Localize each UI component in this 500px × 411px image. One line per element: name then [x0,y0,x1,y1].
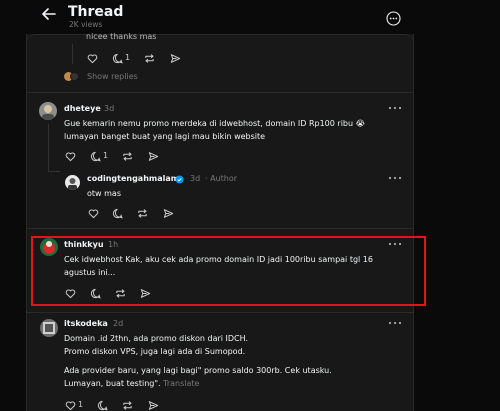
share-icon[interactable] [170,53,181,64]
more-dots-icon[interactable] [388,106,402,110]
username[interactable]: itskodeka [64,319,108,328]
timestamp: 2d [113,319,124,328]
username[interactable]: dheteye [64,104,101,113]
thread-connector [48,171,60,172]
share-icon[interactable] [148,151,159,162]
partial-reply-text: nicee thanks mas [86,32,157,41]
share-icon[interactable] [163,208,174,219]
more-dots-icon[interactable] [388,321,402,325]
avatar [70,72,79,81]
author-tag: · Author [205,174,238,183]
reply-count: 1 [125,53,131,62]
timestamp: 3d [104,104,115,113]
timestamp: 3d [190,174,201,183]
like-count: 1 [78,400,84,409]
thread-line [48,124,49,172]
show-replies-link[interactable]: Show replies [87,70,138,83]
comment-icon[interactable] [90,151,101,162]
share-icon[interactable] [148,400,159,411]
heart-icon[interactable] [65,151,76,162]
post-text-line: Promo diskon VPS, juga lagi ada di Sumop… [64,347,246,356]
panel-top-border [26,34,414,44]
divider [27,312,413,313]
thread-line [72,44,73,64]
heart-icon[interactable] [65,400,76,411]
heart-icon[interactable] [87,53,98,64]
post-text-line: Gue kemarin nemu promo merdeka di idwebh… [64,119,365,128]
post-text-segment: Lumayan, buat testing". [64,379,161,388]
heart-icon[interactable] [88,208,99,219]
back-arrow-icon[interactable] [40,5,58,23]
post-text-line: Ada provider baru, yang lagi bagi" promo… [64,366,332,375]
verified-icon [175,175,184,184]
avatar[interactable] [40,319,58,337]
reply-text: otw mas [87,189,121,198]
repost-icon[interactable] [122,151,133,162]
comment-icon[interactable] [112,53,123,64]
page-title: Thread [68,4,124,20]
scrollbar[interactable] [494,0,500,411]
view-count: 2K views [69,20,103,29]
post-text-line: Domain .id 2thn, ada promo diskon dari I… [64,334,249,343]
more-circle-icon[interactable] [386,11,401,26]
top-bar: Thread 2K views [0,0,500,34]
divider [27,92,413,93]
repost-icon[interactable] [144,53,155,64]
comment-icon[interactable] [112,208,123,219]
comment-icon[interactable] [97,400,108,411]
repost-icon[interactable] [122,400,133,411]
translate-link[interactable]: Translate [163,379,199,388]
avatar[interactable] [39,102,57,120]
more-dots-icon[interactable] [388,176,402,180]
highlight-box [31,236,426,306]
repost-icon[interactable] [137,208,148,219]
reply-count: 1 [103,151,109,160]
post-text-line: Lumayan, buat testing". Translate [64,377,199,390]
divider [27,228,413,229]
avatar[interactable] [65,175,80,190]
username[interactable]: codingtengahmalam [87,174,179,183]
post-text-line: lumayan banget buat yang lagi mau bikin … [64,132,266,141]
